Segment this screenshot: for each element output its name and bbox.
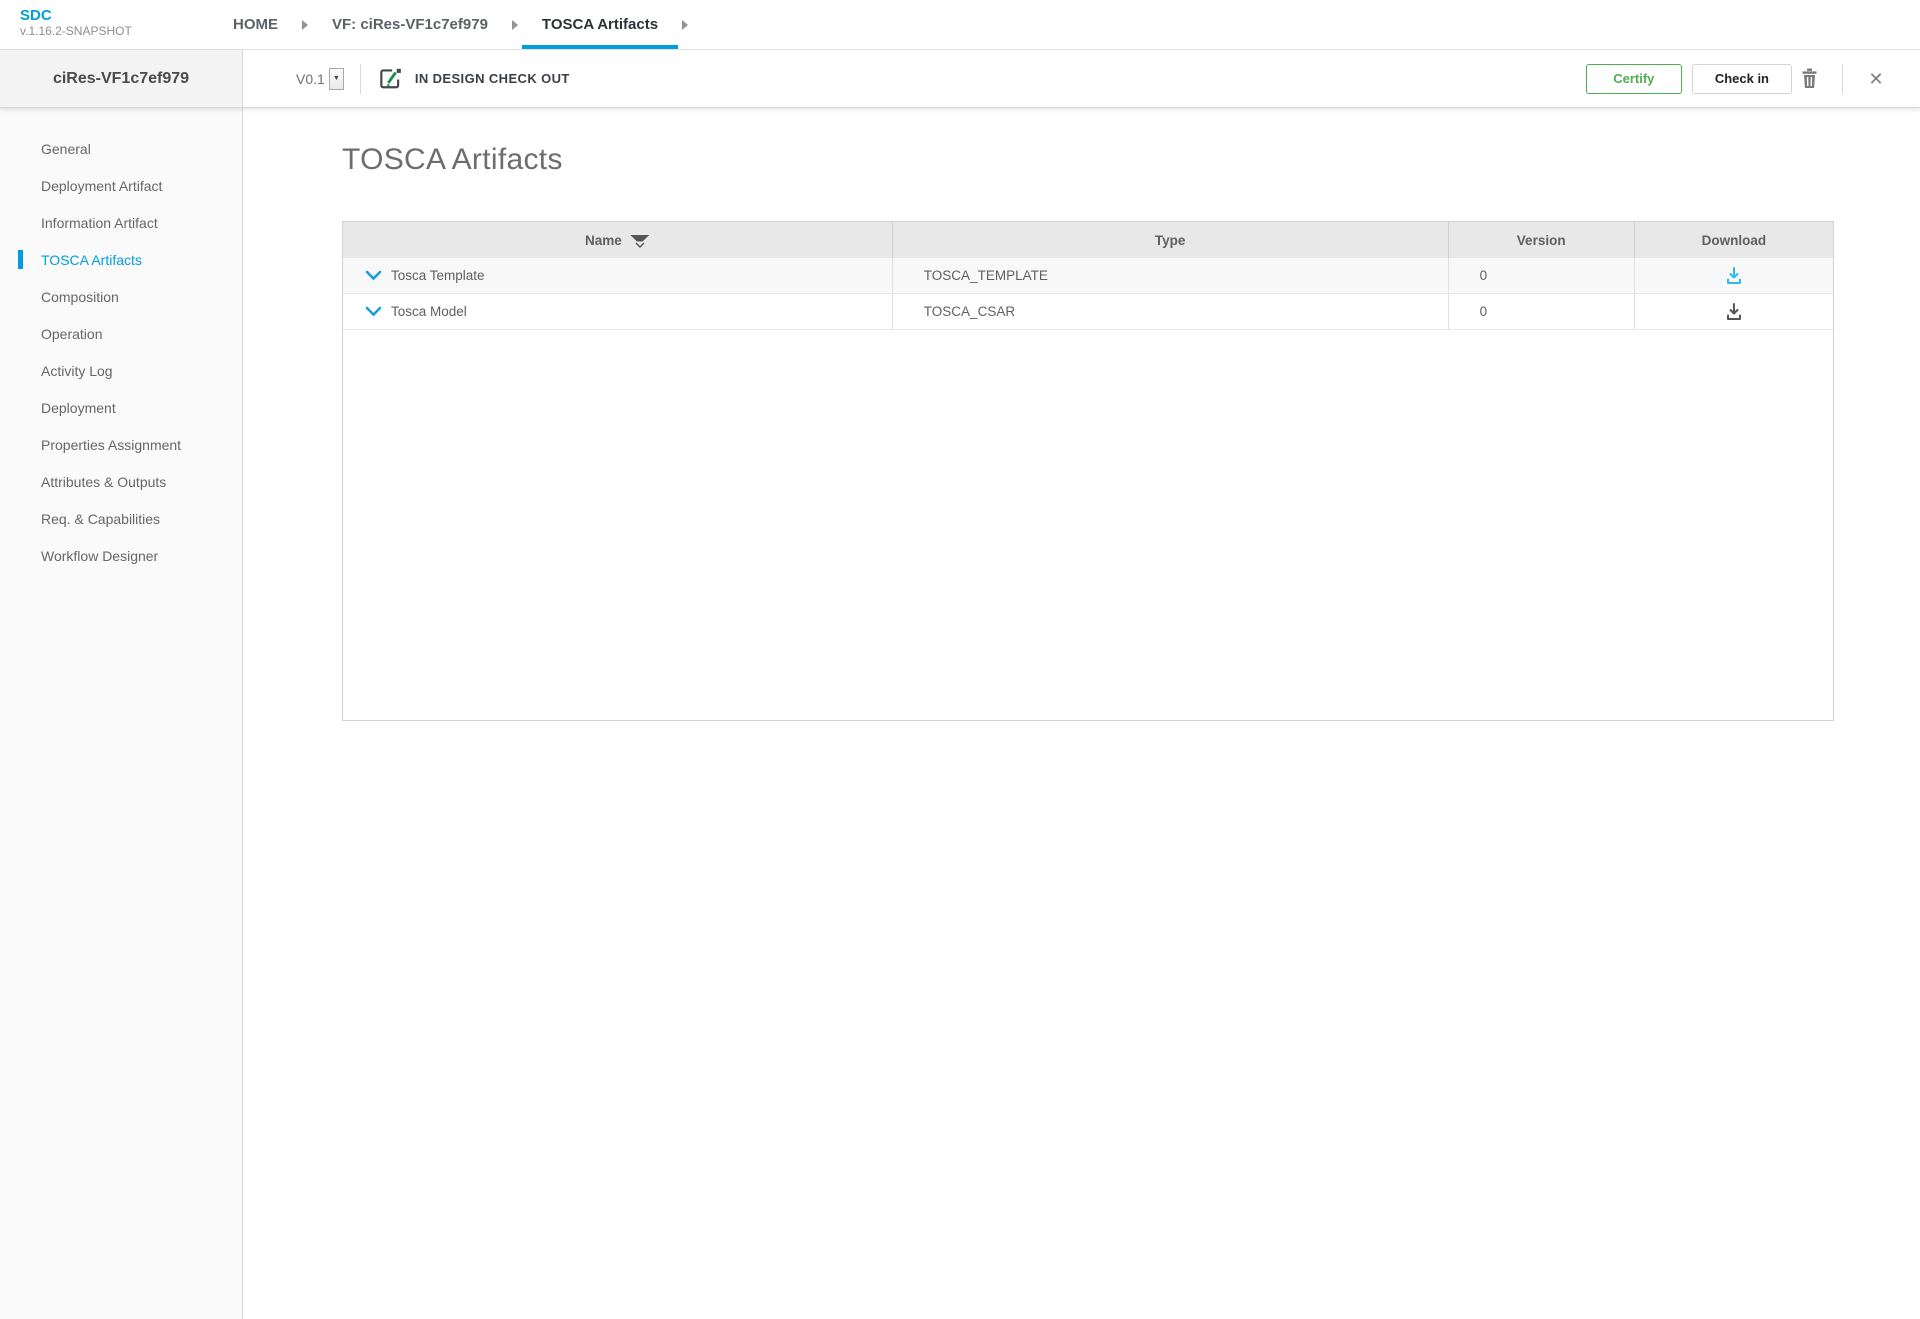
sidebar-item-label: General <box>41 141 91 157</box>
column-header-download[interactable]: Download <box>1635 222 1833 258</box>
download-icon[interactable] <box>1724 266 1744 286</box>
artifact-type: TOSCA_TEMPLATE <box>924 268 1048 283</box>
app-version: v.1.16.2-SNAPSHOT <box>20 24 213 39</box>
app-name: SDC <box>20 7 213 24</box>
sidebar-item-general[interactable]: General <box>0 130 242 167</box>
artifact-version-cell: 0 <box>1449 294 1635 329</box>
close-button[interactable]: ✕ <box>1859 64 1893 94</box>
column-header-label: Download <box>1702 233 1767 248</box>
main-content: TOSCA Artifacts Name Type Version Downlo… <box>243 108 1920 1319</box>
sidebar-item-label: Composition <box>41 289 119 305</box>
column-header-label: Name <box>585 233 622 248</box>
column-header-name[interactable]: Name <box>343 222 893 258</box>
in-design-edit-icon <box>377 66 403 92</box>
top-nav: SDC v.1.16.2-SNAPSHOT HOME VF: ciRes-VF1… <box>0 0 1920 50</box>
sidebar-item-label: TOSCA Artifacts <box>41 252 142 268</box>
breadcrumb-arrow-icon <box>682 20 688 30</box>
breadcrumb-arrow-icon <box>302 20 308 30</box>
sidebar-item-req-capabilities[interactable]: Req. & Capabilities <box>0 500 242 537</box>
sidebar-item-label: Workflow Designer <box>41 548 158 564</box>
sidebar-item-attributes-outputs[interactable]: Attributes & Outputs <box>0 463 242 500</box>
column-header-label: Version <box>1517 233 1566 248</box>
artifact-type: TOSCA_CSAR <box>924 304 1015 319</box>
table-header-row: Name Type Version Download <box>343 222 1833 258</box>
column-header-version[interactable]: Version <box>1449 222 1635 258</box>
page-title: TOSCA Artifacts <box>342 143 1920 177</box>
column-header-label: Type <box>1155 233 1186 248</box>
artifact-name-cell: Tosca Model <box>343 294 893 329</box>
close-icon: ✕ <box>1868 70 1883 88</box>
breadcrumb-tosca-artifacts[interactable]: TOSCA Artifacts <box>522 0 678 49</box>
tosca-artifacts-table: Name Type Version Download Tosca Templat… <box>342 221 1834 721</box>
breadcrumb: HOME VF: ciRes-VF1c7ef979 TOSCA Artifact… <box>213 0 692 49</box>
sidebar-item-composition[interactable]: Composition <box>0 278 242 315</box>
sidebar-item-label: Properties Assignment <box>41 437 181 453</box>
sidebar-item-activity-log[interactable]: Activity Log <box>0 352 242 389</box>
sidebar-item-label: Deployment <box>41 400 116 416</box>
toolbar-divider <box>1842 64 1843 94</box>
artifact-version: 0 <box>1480 268 1488 283</box>
component-toolbar: ciRes-VF1c7ef979 V0.1 ▼ IN DESIGN CHECK … <box>0 50 1920 108</box>
check-in-button[interactable]: Check in <box>1692 64 1792 94</box>
artifact-type-cell: TOSCA_TEMPLATE <box>893 258 1449 293</box>
trash-icon <box>1800 68 1819 89</box>
certify-button[interactable]: Certify <box>1586 64 1682 94</box>
breadcrumb-arrow-icon <box>512 20 518 30</box>
sidebar-item-label: Req. & Capabilities <box>41 511 160 527</box>
download-icon[interactable] <box>1724 302 1744 322</box>
column-header-type[interactable]: Type <box>893 222 1449 258</box>
sidebar-menu: General Deployment Artifact Information … <box>0 108 243 1319</box>
breadcrumb-vf[interactable]: VF: ciRes-VF1c7ef979 <box>312 0 508 49</box>
sidebar-item-information-artifact[interactable]: Information Artifact <box>0 204 242 241</box>
sidebar-item-workflow-designer[interactable]: Workflow Designer <box>0 537 242 574</box>
artifact-download-cell <box>1635 258 1833 293</box>
delete-button[interactable] <box>1792 64 1826 94</box>
version-select[interactable]: ▼ <box>329 68 344 90</box>
artifact-version: 0 <box>1480 304 1488 319</box>
artifact-name: Tosca Model <box>391 304 467 319</box>
version-toolbar: V0.1 ▼ IN DESIGN CHECK OUT Certify Check… <box>243 50 1920 108</box>
sort-descending-icon <box>630 235 650 248</box>
artifact-type-cell: TOSCA_CSAR <box>893 294 1449 329</box>
sidebar-item-label: Deployment Artifact <box>41 178 162 194</box>
artifact-name-cell: Tosca Template <box>343 258 893 293</box>
sidebar-item-label: Activity Log <box>41 363 113 379</box>
table-empty-area <box>343 330 1833 720</box>
version-label: V0.1 <box>296 71 325 87</box>
sidebar-item-operation[interactable]: Operation <box>0 315 242 352</box>
breadcrumb-home[interactable]: HOME <box>213 0 298 49</box>
expand-chevron-down-icon[interactable] <box>365 270 382 281</box>
table-row-tosca-model: Tosca Model TOSCA_CSAR 0 <box>343 294 1833 330</box>
sidebar-item-tosca-artifacts[interactable]: TOSCA Artifacts <box>0 241 242 278</box>
sidebar-item-label: Information Artifact <box>41 215 158 231</box>
sidebar-item-label: Operation <box>41 326 102 342</box>
app-logo: SDC v.1.16.2-SNAPSHOT <box>0 0 213 49</box>
sidebar-item-properties-assignment[interactable]: Properties Assignment <box>0 426 242 463</box>
component-title: ciRes-VF1c7ef979 <box>0 50 243 108</box>
active-indicator-bar <box>18 250 23 269</box>
sidebar-item-deployment[interactable]: Deployment <box>0 389 242 426</box>
toolbar-divider <box>360 64 361 94</box>
expand-chevron-down-icon[interactable] <box>365 306 382 317</box>
artifact-version-cell: 0 <box>1449 258 1635 293</box>
lifecycle-status-label: IN DESIGN CHECK OUT <box>415 71 570 86</box>
artifact-download-cell <box>1635 294 1833 329</box>
sidebar-item-deployment-artifact[interactable]: Deployment Artifact <box>0 167 242 204</box>
table-row-tosca-template: Tosca Template TOSCA_TEMPLATE 0 <box>343 258 1833 294</box>
artifact-name: Tosca Template <box>391 268 485 283</box>
sidebar-item-label: Attributes & Outputs <box>41 474 166 490</box>
